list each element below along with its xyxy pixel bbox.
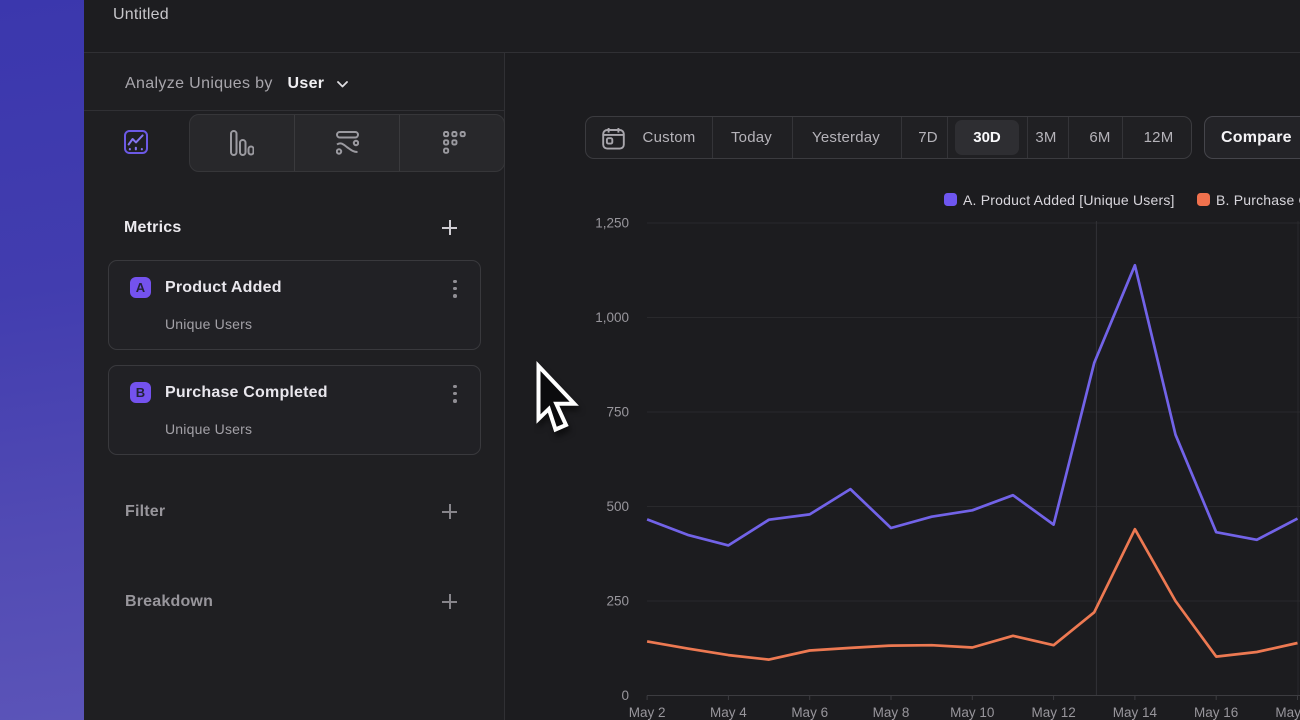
svg-text:May 14: May 14 — [1113, 705, 1158, 720]
svg-text:May 6: May 6 — [791, 705, 828, 720]
svg-text:500: 500 — [606, 499, 629, 514]
svg-text:1,250: 1,250 — [595, 216, 629, 231]
svg-text:May 12: May 12 — [1031, 705, 1075, 720]
svg-text:May 18: May 18 — [1275, 705, 1300, 720]
svg-text:May 16: May 16 — [1194, 705, 1238, 720]
svg-text:May 4: May 4 — [710, 705, 747, 720]
svg-text:May 2: May 2 — [629, 705, 666, 720]
svg-text:750: 750 — [606, 405, 629, 420]
svg-text:May 10: May 10 — [950, 705, 994, 720]
svg-text:250: 250 — [606, 594, 629, 609]
svg-text:1,000: 1,000 — [595, 310, 629, 325]
svg-text:0: 0 — [621, 688, 629, 703]
svg-text:May 8: May 8 — [873, 705, 910, 720]
